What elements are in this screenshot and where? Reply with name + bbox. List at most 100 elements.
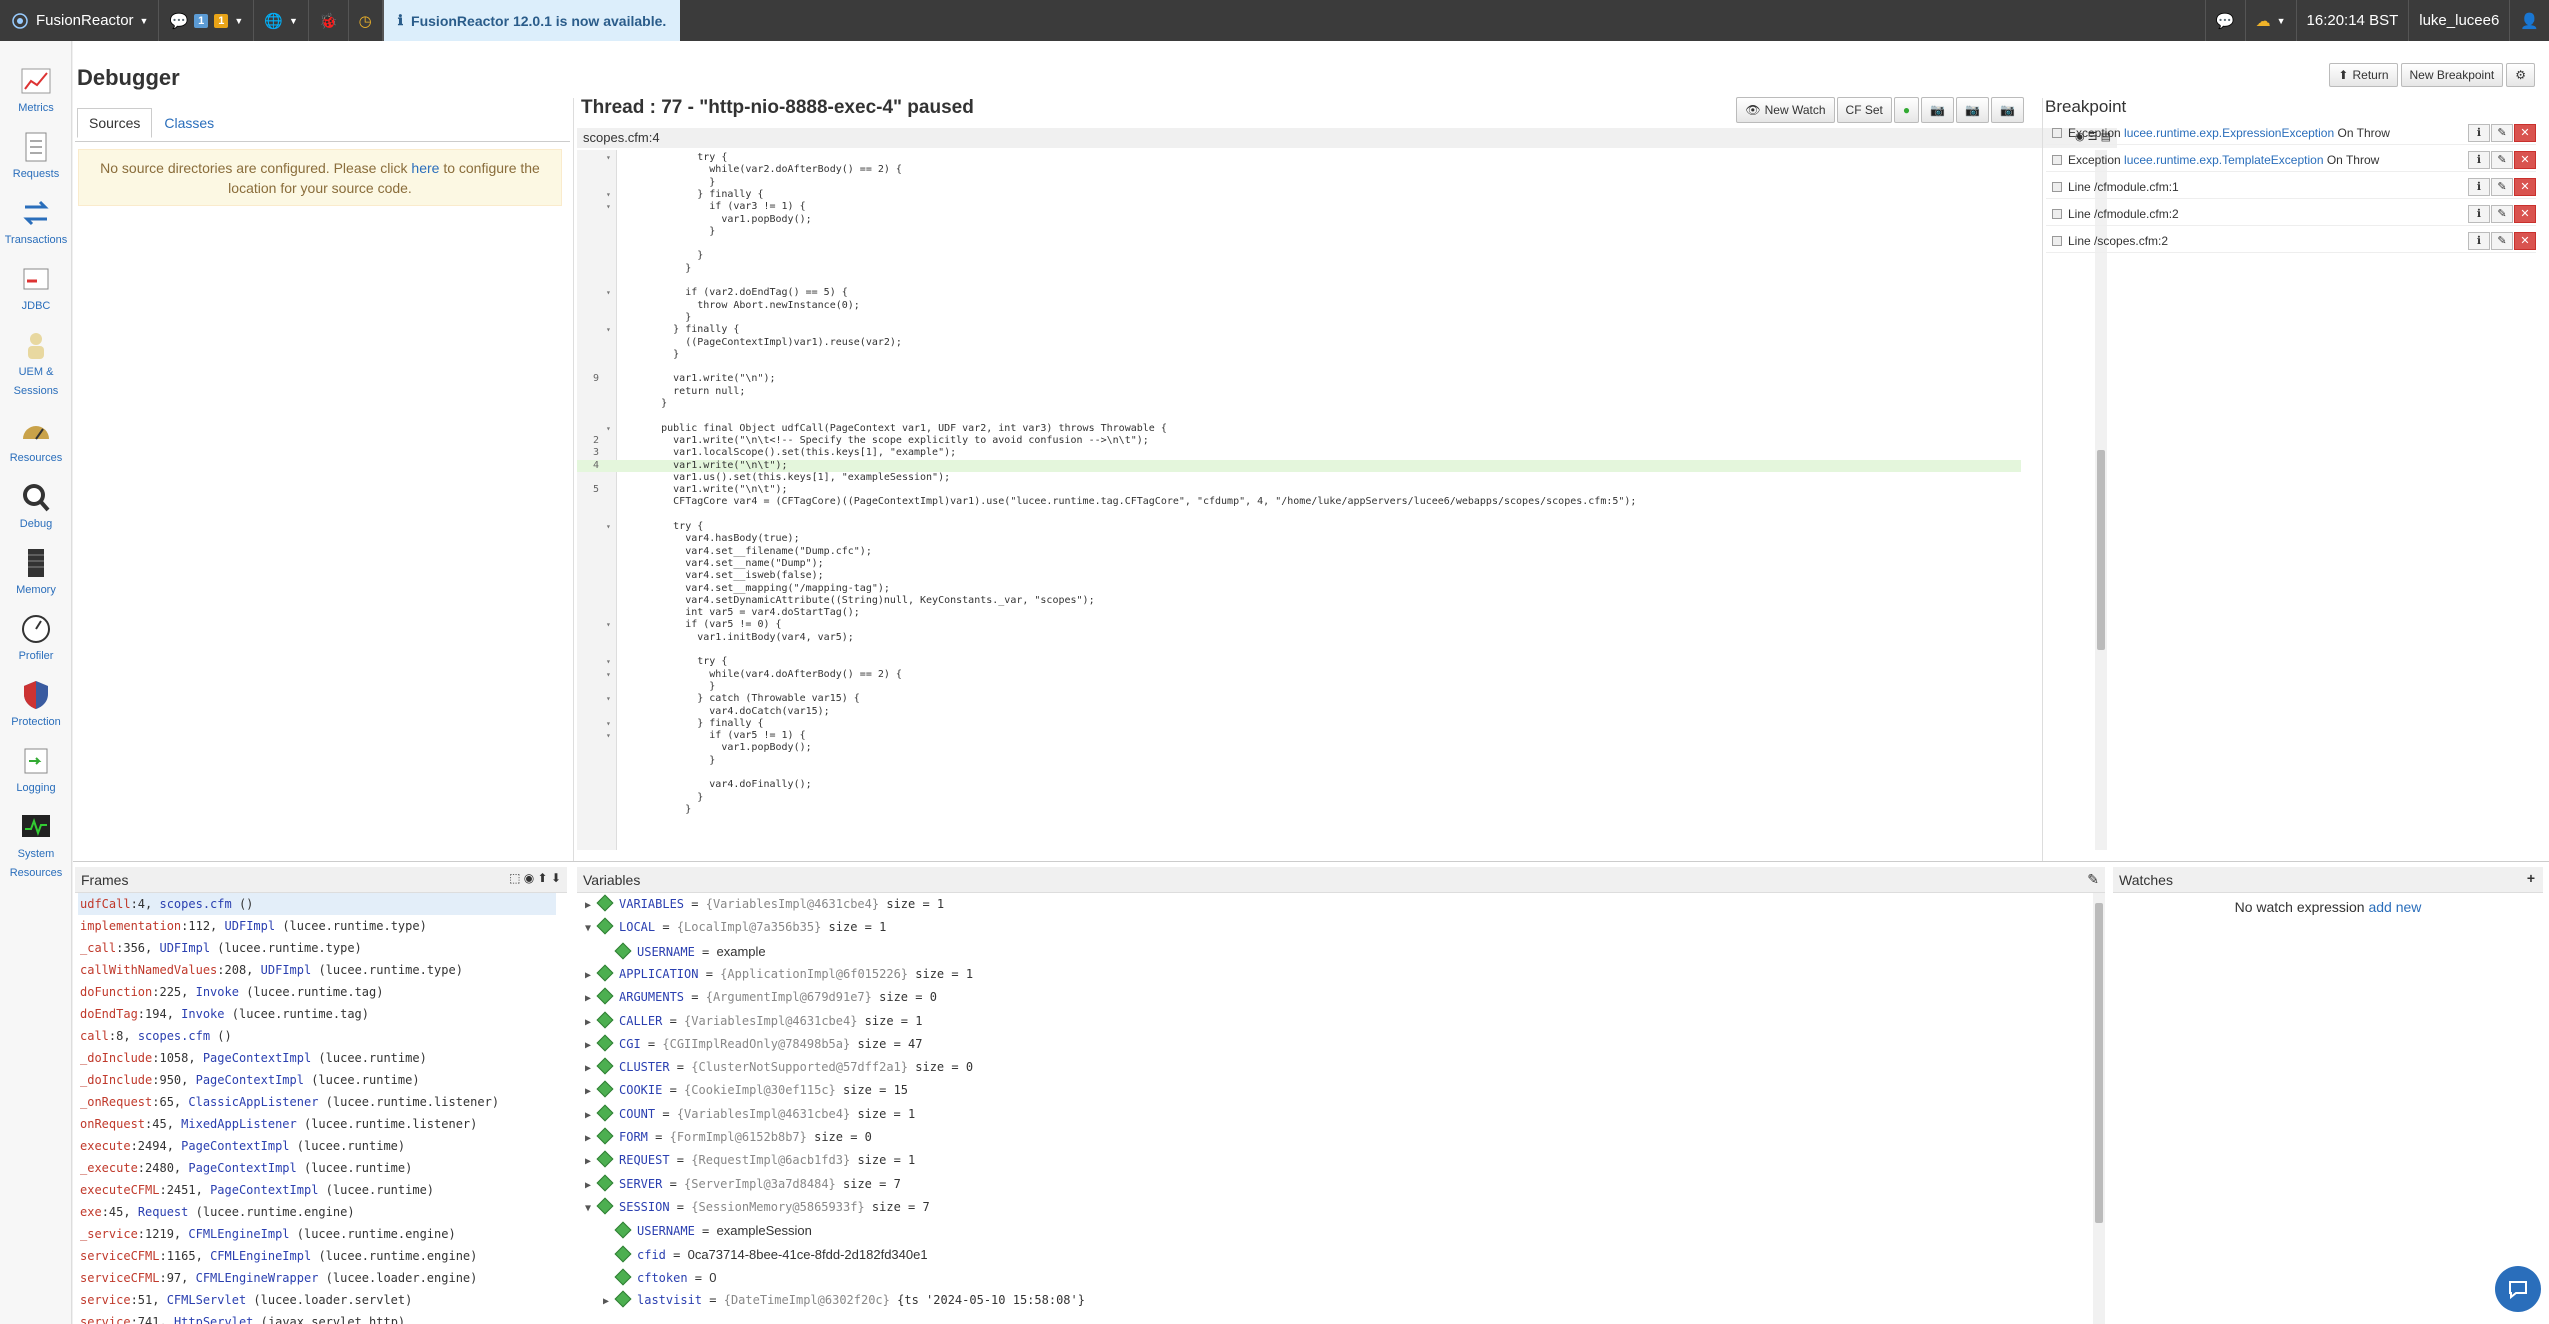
code-line[interactable]: var4.doFinally(); bbox=[577, 779, 2021, 791]
code-line[interactable]: } bbox=[577, 263, 2021, 275]
code-line[interactable]: ▾ if (var5 != 0) { bbox=[577, 619, 2021, 631]
clock-button[interactable]: ◷ bbox=[349, 0, 383, 41]
fold-toggle-icon[interactable]: ▾ bbox=[606, 521, 611, 533]
sidebar-item-debug[interactable]: Debug bbox=[0, 481, 72, 534]
code-scrollbar[interactable] bbox=[2095, 150, 2107, 850]
expand-toggle-icon[interactable]: ▶ bbox=[585, 964, 599, 987]
fold-toggle-icon[interactable]: ▾ bbox=[606, 619, 611, 631]
code-line[interactable]: var4.set__filename("Dump.cfc"); bbox=[577, 546, 2021, 558]
code-line[interactable]: } bbox=[577, 349, 2021, 361]
frame-row[interactable]: service:741, HttpServlet (javax.servlet.… bbox=[78, 1311, 556, 1324]
sidebar-item-transactions[interactable]: Transactions bbox=[0, 197, 72, 250]
expand-toggle-icon[interactable]: ▶ bbox=[585, 1034, 599, 1057]
brand-menu[interactable]: FusionReactor ▼ bbox=[0, 0, 160, 41]
line-number[interactable]: 5 bbox=[577, 484, 599, 496]
variable-row[interactable]: USERNAME = example bbox=[603, 940, 766, 963]
fold-toggle-icon[interactable]: ▾ bbox=[606, 287, 611, 299]
code-line[interactable]: } bbox=[577, 804, 2021, 816]
return-button[interactable]: ⬆ Return bbox=[2329, 63, 2398, 87]
chat-button[interactable]: 💬 bbox=[2204, 0, 2245, 41]
code-line[interactable]: } bbox=[577, 398, 2021, 410]
snapshot-alt-button[interactable]: 📷 bbox=[1956, 97, 1990, 123]
delete-icon[interactable]: ✕ bbox=[2514, 177, 2536, 196]
sidebar-item-system-resources[interactable]: System Resources bbox=[0, 811, 72, 883]
code-line[interactable]: } bbox=[577, 250, 2021, 262]
line-number[interactable]: 2 bbox=[577, 435, 599, 447]
frame-row[interactable]: implementation:112, UDFImpl (lucee.runti… bbox=[78, 915, 556, 937]
frame-row[interactable]: onRequest:45, MixedAppListener (lucee.ru… bbox=[78, 1113, 556, 1135]
expand-toggle-icon[interactable]: ▶ bbox=[585, 1011, 599, 1034]
cloud-menu[interactable]: ☁ ▼ bbox=[2244, 0, 2296, 41]
frame-row[interactable]: _execute:2480, PageContextImpl (lucee.ru… bbox=[78, 1157, 556, 1179]
code-line[interactable]: int var5 = var4.doStartTag(); bbox=[577, 607, 2021, 619]
code-line[interactable]: ▾ try { bbox=[577, 521, 2021, 533]
delete-icon[interactable]: ✕ bbox=[2514, 150, 2536, 169]
fold-toggle-icon[interactable]: ▾ bbox=[606, 324, 611, 336]
frame-row[interactable]: exe:45, Request (lucee.runtime.engine) bbox=[78, 1201, 556, 1223]
sidebar-item-metrics[interactable]: Metrics bbox=[0, 65, 72, 118]
code-view[interactable]: ▾ try { while(var2.doAfterBody() == 2) {… bbox=[577, 150, 2107, 850]
variable-row[interactable]: USERNAME = exampleSession bbox=[603, 1219, 812, 1242]
code-line[interactable] bbox=[577, 644, 2021, 656]
configure-link[interactable]: here bbox=[411, 160, 439, 176]
expand-toggle-icon[interactable]: ▶ bbox=[585, 987, 599, 1010]
info-icon[interactable]: ℹ bbox=[2468, 150, 2490, 169]
code-line[interactable]: ▾ public final Object udfCall(PageContex… bbox=[577, 423, 2021, 435]
info-icon[interactable]: ℹ bbox=[2468, 204, 2490, 223]
edit-icon[interactable]: ✎ bbox=[2491, 123, 2513, 142]
tab-sources[interactable]: Sources bbox=[77, 108, 153, 138]
code-line[interactable]: var4.set__isweb(false); bbox=[577, 570, 2021, 582]
variable-row[interactable]: ▶ lastvisit = {DateTimeImpl@6302f20c} {ts… bbox=[603, 1289, 1085, 1312]
variable-row[interactable]: ▶ COUNT = {VariablesImpl@4631cbe4} size =… bbox=[585, 1103, 915, 1126]
tab-classes[interactable]: Classes bbox=[152, 108, 226, 138]
sidebar-item-protection[interactable]: Protection bbox=[0, 679, 72, 732]
code-line[interactable]: throw Abort.newInstance(0); bbox=[577, 300, 2021, 312]
breakpoint-row[interactable]: Line /cfmodule.cfm:1 ℹ ✎ ✕ bbox=[2046, 175, 2536, 199]
code-line[interactable]: ▾ if (var3 != 1) { bbox=[577, 201, 2021, 213]
expand-toggle-icon[interactable]: ▶ bbox=[585, 1150, 599, 1173]
expand-toggle-icon[interactable]: ▶ bbox=[585, 894, 599, 917]
frame-row[interactable]: _doInclude:950, PageContextImpl (lucee.r… bbox=[78, 1069, 556, 1091]
fold-toggle-icon[interactable]: ▾ bbox=[606, 718, 611, 730]
code-line[interactable]: 5 var1.write("\n\t"); bbox=[577, 484, 2021, 496]
code-line[interactable]: ▾ if (var5 != 1) { bbox=[577, 730, 2021, 742]
code-line[interactable] bbox=[577, 238, 2021, 250]
code-line[interactable]: ▾ } catch (Throwable var15) { bbox=[577, 693, 2021, 705]
frame-row[interactable]: udfCall:4, scopes.cfm () bbox=[78, 893, 556, 915]
code-line[interactable]: var4.set__mapping("/mapping-tag"); bbox=[577, 583, 2021, 595]
pencil-icon[interactable]: ✎ bbox=[2087, 871, 2099, 888]
resume-button[interactable]: ● bbox=[1893, 97, 1920, 123]
code-line[interactable]: ▾ } finally { bbox=[577, 189, 2021, 201]
line-number[interactable]: 9 bbox=[577, 373, 599, 385]
edit-icon[interactable]: ✎ bbox=[2491, 150, 2513, 169]
code-line[interactable]: ▾ } finally { bbox=[577, 324, 2021, 336]
code-line[interactable]: ((PageContextImpl)var1).reuse(var2); bbox=[577, 337, 2021, 349]
code-line[interactable]: var4.doCatch(var15); bbox=[577, 706, 2021, 718]
code-line[interactable]: ▾ try { bbox=[577, 152, 2021, 164]
sidebar-item-profiler[interactable]: Profiler bbox=[0, 613, 72, 666]
code-line[interactable] bbox=[577, 410, 2021, 422]
code-line[interactable] bbox=[577, 275, 2021, 287]
user-icon[interactable]: 👤 bbox=[2509, 0, 2549, 41]
variable-row[interactable]: ▶ CGI = {CGIImplReadOnly@78498b5a} size =… bbox=[585, 1033, 922, 1056]
add-watch-link[interactable]: add new bbox=[2368, 899, 2421, 915]
code-line[interactable]: 9 var1.write("\n"); bbox=[577, 373, 2021, 385]
code-line[interactable]: var1.initBody(var4, var5); bbox=[577, 632, 2021, 644]
frame-row[interactable]: _call:356, UDFImpl (lucee.runtime.type) bbox=[78, 937, 556, 959]
info-icon[interactable]: ℹ bbox=[2468, 231, 2490, 250]
code-line[interactable]: ▾ try { bbox=[577, 656, 2021, 668]
edit-icon[interactable]: ✎ bbox=[2491, 204, 2513, 223]
snapshot-list-button[interactable]: 📷 bbox=[1991, 97, 2024, 123]
code-line[interactable] bbox=[577, 361, 2021, 373]
breakpoint-checkbox[interactable] bbox=[2052, 181, 2062, 192]
code-line[interactable]: while(var2.doAfterBody() == 2) { bbox=[577, 164, 2021, 176]
breakpoint-exception-link[interactable]: lucee.runtime.exp.ExpressionException bbox=[2124, 126, 2334, 140]
frame-row[interactable]: executeCFML:2451, PageContextImpl (lucee… bbox=[78, 1179, 556, 1201]
variable-row[interactable]: ▶ CALLER = {VariablesImpl@4631cbe4} size … bbox=[585, 1010, 922, 1033]
expand-toggle-icon[interactable]: ▼ bbox=[585, 1197, 599, 1220]
snapshot-button[interactable]: 📷 bbox=[1921, 97, 1955, 123]
variable-row[interactable]: ▶ APPLICATION = {ApplicationImpl@6f015226… bbox=[585, 963, 973, 986]
code-line[interactable]: var4.hasBody(true); bbox=[577, 533, 2021, 545]
variable-row[interactable]: cfid = 0ca73714-8bee-41ce-8fdd-2d182fd34… bbox=[603, 1243, 928, 1266]
code-line[interactable]: ▾ while(var4.doAfterBody() == 2) { bbox=[577, 669, 2021, 681]
